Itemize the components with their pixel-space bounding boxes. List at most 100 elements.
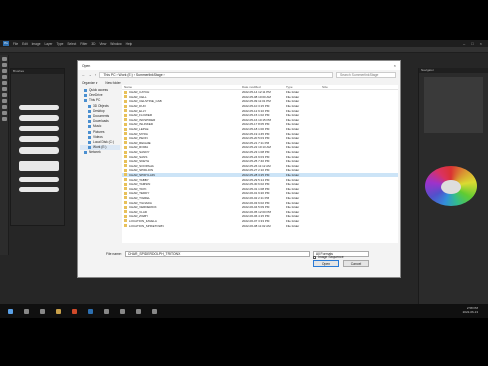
brush-tool-icon[interactable] [1, 87, 7, 91]
photoshop-taskbar-icon[interactable] [88, 308, 93, 314]
brush-stroke-preview[interactable] [19, 105, 59, 110]
new-folder-button[interactable]: New folder [105, 81, 120, 85]
eraser-tool-icon[interactable] [1, 93, 7, 97]
file-type: File folder [286, 172, 300, 177]
move-tool-icon[interactable] [1, 57, 7, 61]
drive-icon [88, 140, 91, 144]
menu-view[interactable]: View [99, 42, 106, 46]
search-input[interactable]: Search SummerlinkStage [336, 71, 396, 78]
folder-icon [124, 224, 127, 228]
brush-stroke-preview[interactable] [19, 126, 59, 131]
app-icon[interactable] [152, 308, 157, 314]
dialog-footer: File name: CHAR_SPIDERDOLPH_TRITONX All … [78, 246, 402, 279]
file-name-cell: CHAR_LEPLE [122, 127, 242, 131]
address-bar[interactable]: This PC › Work (E:) › SummerlinkStage › [99, 71, 333, 78]
column-name[interactable]: Name [122, 85, 242, 89]
file-date: 2022-05-15 1:02 PM [242, 113, 270, 118]
search-icon[interactable] [24, 308, 29, 314]
file-name: CHAR_INKSPIDER [129, 117, 156, 122]
app-icon[interactable] [136, 308, 141, 314]
folder-icon [124, 210, 127, 214]
system-clock[interactable]: 2:58 PM 2022-06-13 [463, 306, 478, 314]
close-icon[interactable]: × [480, 41, 482, 46]
clock-date: 2022-06-13 [462, 310, 478, 314]
file-name: CHAR_ELLY [129, 108, 147, 113]
file-name: CHAR_INLINKED [129, 122, 154, 127]
file-date: 2022-06-08 11:02 AM [242, 223, 271, 228]
color-wheel-center[interactable] [441, 180, 461, 194]
column-type[interactable]: Type [286, 85, 322, 89]
file-explorer-icon[interactable] [56, 308, 61, 314]
back-arrow-icon[interactable]: ← [82, 73, 85, 77]
image-sequence-checkbox[interactable] [313, 255, 316, 259]
file-name: CHAR_TILNADA [129, 200, 152, 205]
start-icon[interactable] [8, 308, 13, 314]
folder-icon [124, 95, 127, 99]
brush-stroke-preview[interactable] [19, 115, 59, 121]
menu-edit[interactable]: Edit [22, 42, 28, 46]
nav-network[interactable]: Network [80, 150, 120, 155]
column-size[interactable]: Size [322, 85, 352, 89]
navigator-preview[interactable] [424, 77, 483, 133]
menu-filter[interactable]: Filter [80, 42, 87, 46]
file-type: File folder [286, 117, 300, 122]
folder-icon [124, 187, 127, 191]
column-date[interactable]: Date modified [242, 85, 286, 89]
brush-stroke-preview[interactable] [19, 187, 59, 192]
organize-button[interactable]: Organize ▾ [82, 81, 97, 85]
app-icon[interactable] [104, 308, 109, 314]
menu-file[interactable]: File [13, 42, 18, 46]
up-arrow-icon[interactable]: ↑ [95, 73, 97, 77]
file-type: File folder [286, 113, 300, 118]
file-name-cell: CHAR_SPIDYLAIN [122, 173, 242, 177]
file-name: CHAR_SOOPAHA [129, 163, 154, 168]
cancel-button[interactable]: Cancel [343, 260, 369, 267]
menu-layer[interactable]: Layer [45, 42, 53, 46]
file-name-cell: CHAR_CELL [122, 95, 242, 99]
crop-tool-icon[interactable] [1, 75, 7, 79]
browser-icon[interactable] [72, 308, 77, 314]
file-name: CHAR_SANDY [129, 150, 150, 155]
filename-input[interactable]: CHAR_SPIDERDOLPH_TRITONX [124, 251, 310, 257]
menu-image[interactable]: Image [32, 42, 41, 46]
eyedropper-tool-icon[interactable] [1, 81, 7, 85]
file-type: File folder [286, 163, 300, 168]
file-name: CHAR_DUO [129, 104, 146, 109]
image-sequence-row: Image Sequence [313, 255, 344, 259]
fill-tool-icon[interactable] [1, 99, 7, 103]
task-view-icon[interactable] [40, 308, 45, 314]
maximize-icon[interactable]: □ [471, 41, 473, 46]
zoom-tool-icon[interactable] [1, 117, 7, 121]
marquee-tool-icon[interactable] [1, 63, 7, 67]
file-date: 2022-05-10 3:15 PM [242, 104, 270, 109]
hand-tool-icon[interactable] [1, 111, 7, 115]
menu-type[interactable]: Type [56, 42, 63, 46]
file-type: File folder [286, 209, 300, 214]
folder-icon [124, 191, 127, 195]
folder-icon [124, 150, 127, 154]
folder-icon [124, 182, 127, 186]
close-icon[interactable]: × [394, 63, 396, 68]
brush-stroke-preview[interactable] [19, 147, 59, 154]
menu-window[interactable]: Window [110, 42, 121, 46]
file-date: 2022-05-09 11:01 PM [242, 99, 271, 104]
menu-select[interactable]: Select [67, 42, 76, 46]
brush-stroke-preview[interactable] [19, 161, 59, 171]
file-type: File folder [286, 154, 300, 159]
text-tool-icon[interactable] [1, 105, 7, 109]
file-date: 2022-05-27 2:10 PM [242, 168, 270, 173]
file-date: 2022-05-20 5:03 PM [242, 136, 270, 141]
navigation-pane: Quick access OneDrive This PC 3D Objects… [80, 88, 120, 238]
menu-help[interactable]: Help [126, 42, 133, 46]
file-name-cell: CHAR_TAYK [122, 187, 242, 191]
file-row[interactable]: LOCATION_SPIKETOWN 2022-06-08 11:02 AM Fil… [122, 223, 398, 228]
navigator-panel-title: Navigator [419, 68, 488, 73]
forward-arrow-icon[interactable]: → [88, 73, 91, 77]
brush-stroke-preview[interactable] [19, 136, 59, 142]
minimize-icon[interactable]: – [463, 41, 465, 46]
lasso-tool-icon[interactable] [1, 69, 7, 73]
menu-3d[interactable]: 3D [91, 42, 95, 46]
brush-stroke-preview[interactable] [19, 177, 59, 182]
open-button[interactable]: Open [313, 260, 339, 267]
app-icon[interactable] [120, 308, 125, 314]
